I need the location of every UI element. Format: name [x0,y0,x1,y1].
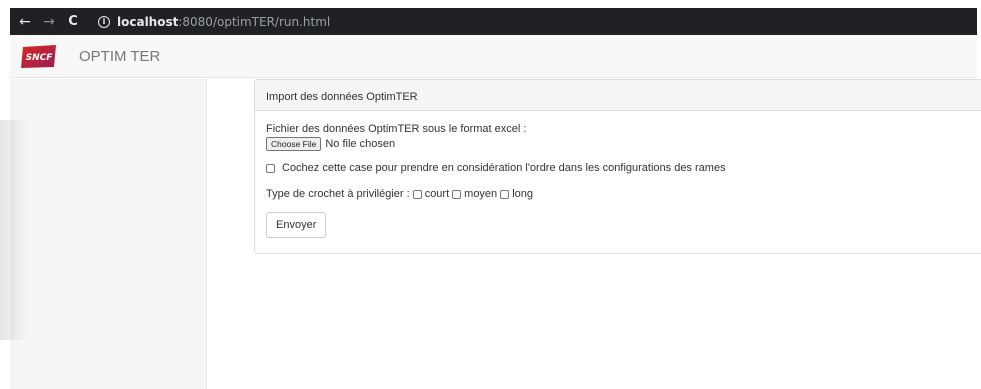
back-arrow-icon[interactable]: ← [14,14,36,30]
file-label: Fichier des données OptimTER sous le for… [266,123,527,135]
order-checkbox-row: Cochez cette case pour prendre en consid… [266,162,981,174]
url-host: localhost [117,14,179,29]
order-checkbox[interactable] [266,163,275,173]
panel-body: Fichier des données OptimTER sous le for… [255,111,981,238]
address-bar[interactable]: i localhost :8080/optimTER/run.html [98,8,330,35]
forward-arrow-icon[interactable]: → [38,14,60,30]
app-navbar: SNCF OPTIM TER [10,35,977,78]
logo-text: SNCF [26,53,54,63]
crochet-moyen-label[interactable]: moyen [464,188,497,200]
crochet-long-label[interactable]: long [512,188,533,200]
url-path: :8080/optimTER/run.html [178,14,331,29]
reload-icon[interactable]: C [62,14,84,29]
sidebar-shadow [0,120,28,340]
crochet-court-checkbox[interactable] [412,189,422,199]
crochet-row: Type de crochet à privilégier : court mo… [266,188,981,200]
import-panel: Import des données OptimTER Fichier des … [254,79,981,254]
file-input[interactable]: Choose File No file chosen [266,137,981,151]
info-icon[interactable]: i [98,15,110,28]
panel-heading: Import des données OptimTER [255,80,981,111]
no-file-text: No file chosen [325,138,396,150]
crochet-court-label[interactable]: court [425,188,449,200]
crochet-moyen-checkbox[interactable] [452,189,462,199]
sidebar [10,79,207,389]
choose-file-button[interactable]: Choose File [266,137,322,151]
browser-toolbar: ← → C i localhost :8080/optimTER/run.htm… [10,8,977,35]
crochet-long-checkbox[interactable] [500,189,510,199]
crochet-label: Type de crochet à privilégier : [266,188,410,200]
order-checkbox-label[interactable]: Cochez cette case pour prendre en consid… [282,162,726,174]
app-title[interactable]: OPTIM TER [79,48,160,65]
submit-button[interactable]: Envoyer [266,212,327,238]
sncf-logo[interactable]: SNCF [20,44,59,69]
